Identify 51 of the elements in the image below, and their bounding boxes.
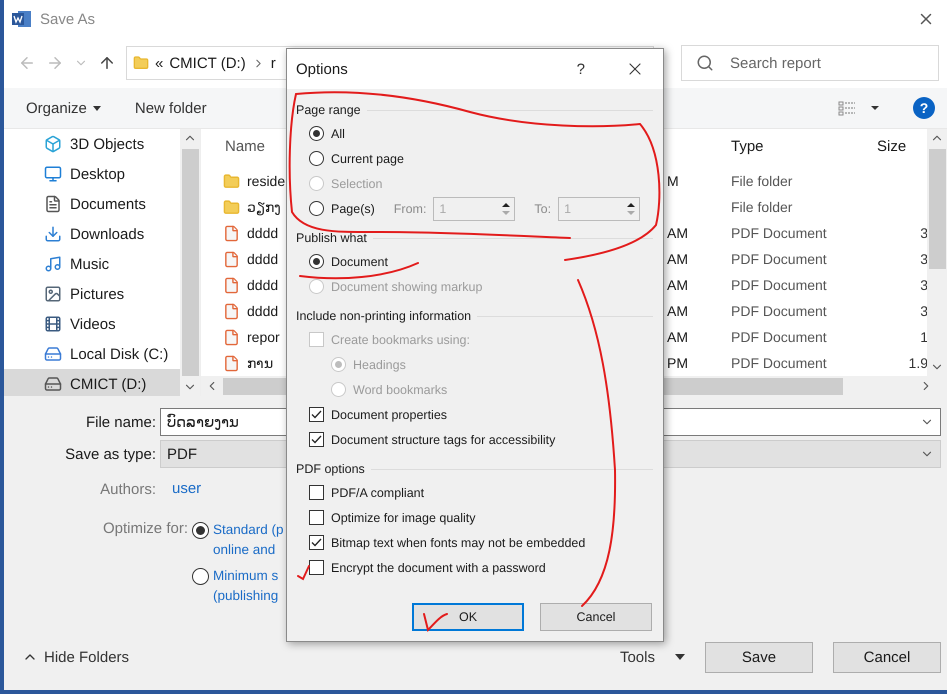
from-label: From: [394, 202, 426, 216]
option-label: Word bookmarks [353, 382, 448, 396]
field-label: Save as type: [64, 446, 156, 462]
window-title: Save As [40, 10, 96, 28]
option-label: PDF/A compliant [331, 486, 424, 500]
section-title: PDF options [296, 462, 365, 476]
size-cell-text: 1.9 [908, 355, 927, 371]
size-cell-text: 3 [919, 303, 927, 319]
option-label: Page(s) [331, 202, 375, 216]
size-cell-text: 3 [919, 277, 927, 293]
dialog-title: Options [296, 60, 349, 78]
option-label: Create bookmarks using: [331, 332, 470, 346]
field-label: File name: [84, 414, 156, 430]
size-cell-text: 1 [919, 329, 927, 345]
section-title: Include non-printing information [296, 309, 472, 323]
option-label: Encrypt the document with a password [331, 560, 546, 574]
option-label: Document properties [331, 408, 448, 422]
option-label: Document [331, 254, 388, 268]
field-label: Authors: [99, 480, 156, 498]
option-label: Optimize for image quality [331, 510, 476, 524]
option-label: Document showing markup [331, 280, 482, 294]
optimize-option-label: Standard (p online and [213, 521, 284, 559]
optimize-label: Optimize for: [102, 520, 188, 537]
option-label: Document structure tags for accessibility [331, 432, 556, 446]
section-title: Page range [296, 103, 361, 117]
optimize-option-label: Minimum s (publishing [213, 567, 278, 605]
type-cell-text: PDF Document [731, 329, 828, 345]
date-cell-text: AM [667, 225, 689, 241]
type-cell-text: PDF Document [731, 225, 828, 241]
option-label: Bitmap text when fonts may not be embedded [331, 536, 586, 550]
size-cell-text: 3 [919, 251, 927, 267]
type-cell-text: PDF Document [731, 355, 828, 371]
date-cell-text: M [667, 173, 680, 189]
option-label: Current page [331, 152, 404, 166]
size-cell-text: 3 [919, 225, 927, 241]
type-cell-text: File folder [731, 199, 794, 215]
type-cell-text: PDF Document [731, 251, 828, 267]
date-cell-text: AM [667, 329, 689, 345]
option-label: Headings [353, 358, 406, 372]
date-cell-text: AM [667, 251, 689, 267]
option-label: All [331, 126, 345, 140]
date-cell-text: PM [667, 355, 689, 371]
date-cell-text: AM [667, 303, 689, 319]
address-overflow: « [155, 54, 164, 72]
type-cell-text: File folder [731, 173, 794, 189]
to-label: To: [534, 202, 552, 216]
type-cell-text: PDF Document [731, 277, 828, 293]
type-cell-text: PDF Document [731, 303, 828, 319]
date-cell-text: AM [667, 277, 689, 293]
section-title: Publish what [296, 231, 367, 245]
option-label: Selection [331, 176, 382, 190]
